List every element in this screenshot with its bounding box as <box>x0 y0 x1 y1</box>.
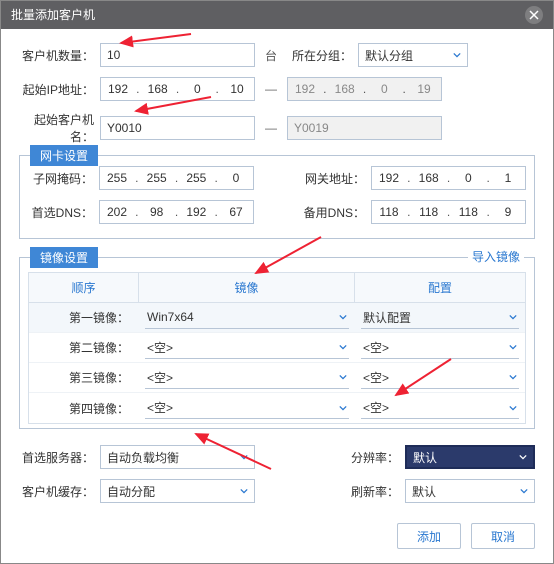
table-row: 第三镜像： <空> <空> <box>29 363 525 393</box>
add-button[interactable]: 添加 <box>397 523 461 549</box>
chevron-down-icon <box>509 310 517 324</box>
group-value: 默认分组 <box>365 47 413 64</box>
chevron-down-icon <box>509 370 517 384</box>
config4-select[interactable]: <空> <box>361 397 519 419</box>
dns2-input[interactable]: . . . <box>371 200 526 224</box>
chevron-down-icon <box>339 401 347 415</box>
col-mirror: 镜像 <box>139 273 355 302</box>
mirror1-select[interactable]: Win7x64 <box>145 307 349 329</box>
chevron-down-icon <box>453 48 461 62</box>
group-label: 所在分组： <box>287 47 352 64</box>
resolution-select[interactable]: 默认 <box>405 445 535 469</box>
chevron-down-icon <box>509 340 517 354</box>
chevron-down-icon <box>520 484 528 498</box>
chevron-down-icon <box>339 310 347 324</box>
mirror-thead: 顺序 镜像 配置 <box>29 273 525 303</box>
pref-server-label: 首选服务器： <box>19 449 94 466</box>
table-row: 第一镜像： Win7x64 默认配置 <box>29 303 525 333</box>
refresh-label: 刷新率： <box>334 483 399 500</box>
subnet-label: 子网掩码： <box>28 170 93 187</box>
dns2-label: 备用DNS： <box>300 204 365 221</box>
close-icon[interactable] <box>525 6 543 24</box>
chevron-down-icon <box>509 401 517 415</box>
client-count-input[interactable] <box>100 43 255 67</box>
dns1-label: 首选DNS： <box>28 204 93 221</box>
config3-select[interactable]: <空> <box>361 367 519 389</box>
dash: — <box>265 82 277 96</box>
chevron-down-icon <box>240 484 248 498</box>
end-ip-display: . . . <box>287 77 442 101</box>
subnet-input[interactable]: . . . <box>99 166 254 190</box>
mirror3-select[interactable]: <空> <box>145 367 349 389</box>
unit-tai: 台 <box>265 47 277 64</box>
col-config: 配置 <box>355 273 525 302</box>
chevron-down-icon <box>519 450 527 464</box>
start-name-input[interactable] <box>100 116 255 140</box>
config1-select[interactable]: 默认配置 <box>361 307 519 329</box>
client-cache-label: 客户机缓存： <box>19 483 94 500</box>
group-select[interactable]: 默认分组 <box>358 43 468 67</box>
start-name-label: 起始客户机名： <box>19 111 94 145</box>
cancel-button[interactable]: 取消 <box>471 523 535 549</box>
refresh-select[interactable]: 默认 <box>405 479 535 503</box>
pref-server-select[interactable]: 自动负载均衡 <box>100 445 255 469</box>
table-row: 第四镜像： <空> <空> <box>29 393 525 423</box>
start-ip-input[interactable]: . . . <box>100 77 255 101</box>
start-ip-label: 起始IP地址： <box>19 81 94 98</box>
dialog: 批量添加客户机 客户机数量： 台 所在分组： 默认分组 起始IP地址： . . … <box>0 0 554 564</box>
dialog-title: 批量添加客户机 <box>11 1 95 29</box>
nic-fieldset: 网卡设置 子网掩码： . . . 网关地址： . . . <box>19 155 535 239</box>
resolution-label: 分辨率： <box>334 449 399 466</box>
mirror4-select[interactable]: <空> <box>145 397 349 419</box>
nic-legend: 网卡设置 <box>30 145 98 166</box>
gateway-input[interactable]: . . . <box>371 166 526 190</box>
table-row: 第二镜像： <空> <空> <box>29 333 525 363</box>
chevron-down-icon <box>339 340 347 354</box>
dns1-input[interactable]: . . . <box>99 200 254 224</box>
col-order: 顺序 <box>29 273 139 302</box>
config2-select[interactable]: <空> <box>361 337 519 359</box>
chevron-down-icon <box>240 450 248 464</box>
titlebar: 批量添加客户机 <box>1 1 553 29</box>
client-cache-select[interactable]: 自动分配 <box>100 479 255 503</box>
import-mirror-link[interactable]: 导入镜像 <box>468 248 524 265</box>
mirror2-select[interactable]: <空> <box>145 337 349 359</box>
mirror-fieldset: 镜像设置 导入镜像 顺序 镜像 配置 第一镜像： Win7x64 默认配置 第二… <box>19 257 535 429</box>
mirror-table: 顺序 镜像 配置 第一镜像： Win7x64 默认配置 第二镜像： <空> <空… <box>28 272 526 424</box>
chevron-down-icon <box>339 370 347 384</box>
dialog-body: 客户机数量： 台 所在分组： 默认分组 起始IP地址： . . . — . . … <box>1 29 553 563</box>
mirror-legend: 镜像设置 <box>30 247 98 268</box>
gateway-label: 网关地址： <box>300 170 365 187</box>
client-count-label: 客户机数量： <box>19 47 94 64</box>
end-name-display <box>287 116 442 140</box>
